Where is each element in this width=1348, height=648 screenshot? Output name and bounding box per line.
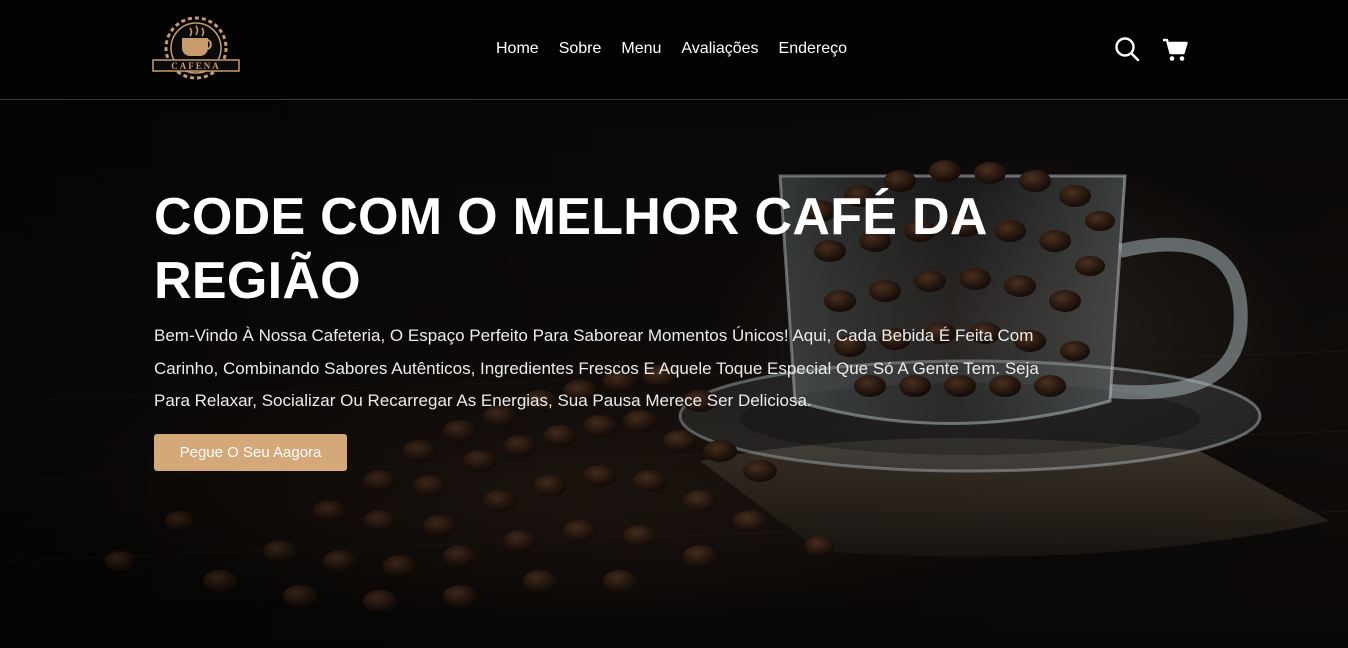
- nav-avaliacoes[interactable]: Avaliações: [671, 38, 768, 60]
- hero-section: CODE COM O MELHOR CAFÉ DA REGIÃO Bem-Vin…: [0, 101, 1348, 648]
- nav-menu[interactable]: Menu: [611, 38, 671, 60]
- nav-home[interactable]: Home: [486, 38, 549, 60]
- logo-text: CAFENA: [171, 61, 221, 71]
- cta-button[interactable]: Pegue O Seu Aagora: [154, 434, 347, 471]
- nav-endereco[interactable]: Endereço: [769, 38, 858, 60]
- cart-icon[interactable]: [1162, 35, 1188, 63]
- cafena-logo[interactable]: CAFENA: [152, 12, 240, 86]
- nav-sobre[interactable]: Sobre: [549, 38, 612, 60]
- search-icon[interactable]: [1114, 35, 1140, 63]
- hero-description: Bem-Vindo À Nossa Cafeteria, O Espaço Pe…: [154, 326, 1039, 410]
- header-icons: [1114, 35, 1188, 63]
- site-header: CAFENA Home Sobre Menu Avaliações Endere…: [0, 0, 1348, 100]
- hero-title: CODE COM O MELHOR CAFÉ DA REGIÃO: [154, 188, 986, 310]
- main-nav: Home Sobre Menu Avaliações Endereço: [486, 38, 857, 60]
